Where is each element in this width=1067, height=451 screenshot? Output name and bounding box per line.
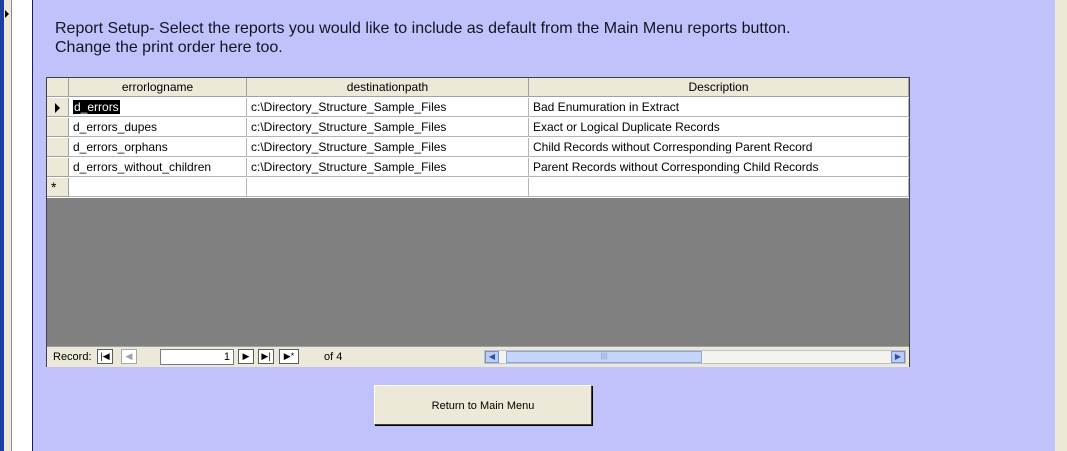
scroll-left-icon: ◀	[488, 352, 496, 361]
scroll-right-button[interactable]: ▶	[891, 351, 905, 363]
cell-errorlogname[interactable]: d_errors	[69, 98, 247, 117]
new-record-marker-icon: *	[51, 179, 57, 195]
cell-destinationpath[interactable]: c:\Directory_Structure_Sample_Files	[247, 118, 529, 137]
cell-errorlogname[interactable]	[69, 178, 247, 197]
datasheet-header-row: errorlogname destinationpath Description	[47, 78, 909, 98]
record-navigation-bar: Record: |◀ ◀ 1 ▶ ▶| ▶* of 4 ◀ |||| ▶	[47, 346, 909, 367]
cell-destinationpath[interactable]: c:\Directory_Structure_Sample_Files	[247, 158, 529, 177]
new-record-row[interactable]: *	[47, 178, 909, 198]
table-row[interactable]: d_errors c:\Directory_Structure_Sample_F…	[47, 98, 909, 118]
last-record-icon: ▶|	[261, 351, 271, 361]
previous-record-button[interactable]: ◀	[121, 349, 137, 364]
next-record-button[interactable]: ▶	[238, 349, 254, 364]
return-to-main-menu-button[interactable]: Return to Main Menu	[374, 385, 592, 425]
new-record-button[interactable]: ▶*	[279, 349, 299, 364]
cell-description[interactable]	[529, 178, 909, 197]
row-selector[interactable]: *	[47, 178, 69, 197]
form-record-selector[interactable]	[0, 0, 12, 451]
scroll-right-icon: ▶	[894, 352, 902, 361]
cell-description[interactable]: Child Records without Corresponding Pare…	[529, 138, 909, 157]
row-selector[interactable]	[47, 118, 69, 137]
current-record-arrow-icon	[5, 10, 9, 18]
cell-destinationpath[interactable]: c:\Directory_Structure_Sample_Files	[247, 138, 529, 157]
cell-destinationpath[interactable]: c:\Directory_Structure_Sample_Files	[247, 98, 529, 117]
access-form-window: Report Setup- Select the reports you wou…	[0, 0, 1067, 451]
cell-errorlogname[interactable]: d_errors_orphans	[69, 138, 247, 157]
cell-description[interactable]: Exact or Logical Duplicate Records	[529, 118, 909, 137]
scroll-left-button[interactable]: ◀	[485, 351, 499, 363]
table-row[interactable]: d_errors_dupes c:\Directory_Structure_Sa…	[47, 118, 909, 138]
first-record-button[interactable]: |◀	[97, 349, 113, 364]
window-right-edge	[1055, 0, 1067, 451]
last-record-button[interactable]: ▶|	[258, 349, 274, 364]
grip-icon: ||||	[600, 353, 608, 360]
form-body: Report Setup- Select the reports you wou…	[32, 0, 1056, 451]
column-header-description[interactable]: Description	[529, 78, 909, 97]
cell-errorlogname[interactable]: d_errors_without_children	[69, 158, 247, 177]
row-selector[interactable]	[47, 98, 69, 117]
record-number-input[interactable]: 1	[160, 349, 234, 365]
record-label: Record:	[53, 351, 92, 363]
window-edge-accent	[0, 0, 4, 451]
previous-record-icon: ◀	[125, 351, 133, 361]
cell-destinationpath[interactable]	[247, 178, 529, 197]
instructions-line-2: Change the print order here too.	[55, 39, 283, 56]
cell-description[interactable]: Parent Records without Corresponding Chi…	[529, 158, 909, 177]
cell-errorlogname[interactable]: d_errors_dupes	[69, 118, 247, 137]
record-count: of 4	[324, 351, 343, 363]
column-header-destinationpath[interactable]: destinationpath	[247, 78, 529, 97]
select-all-corner[interactable]	[47, 78, 69, 97]
selected-cell-text: d_errors	[73, 100, 120, 114]
row-selector[interactable]	[47, 158, 69, 177]
table-row[interactable]: d_errors_orphans c:\Directory_Structure_…	[47, 138, 909, 158]
column-header-errorlogname[interactable]: errorlogname	[69, 78, 247, 97]
row-selector[interactable]	[47, 138, 69, 157]
instructions-line-1: Report Setup- Select the reports you wou…	[55, 20, 791, 37]
instructions-text: Report Setup- Select the reports you wou…	[55, 19, 935, 57]
scroll-thumb[interactable]: ||||	[506, 351, 702, 363]
next-record-icon: ▶	[242, 351, 250, 361]
new-record-icon: ▶*	[283, 351, 295, 361]
report-datasheet[interactable]: errorlogname destinationpath Description…	[46, 77, 910, 367]
horizontal-scrollbar[interactable]: ◀ |||| ▶	[484, 350, 906, 364]
first-record-icon: |◀	[100, 351, 110, 361]
table-row[interactable]: d_errors_without_children c:\Directory_S…	[47, 158, 909, 178]
current-row-arrow-icon	[55, 103, 60, 113]
cell-description[interactable]: Bad Enumuration in Extract	[529, 98, 909, 117]
